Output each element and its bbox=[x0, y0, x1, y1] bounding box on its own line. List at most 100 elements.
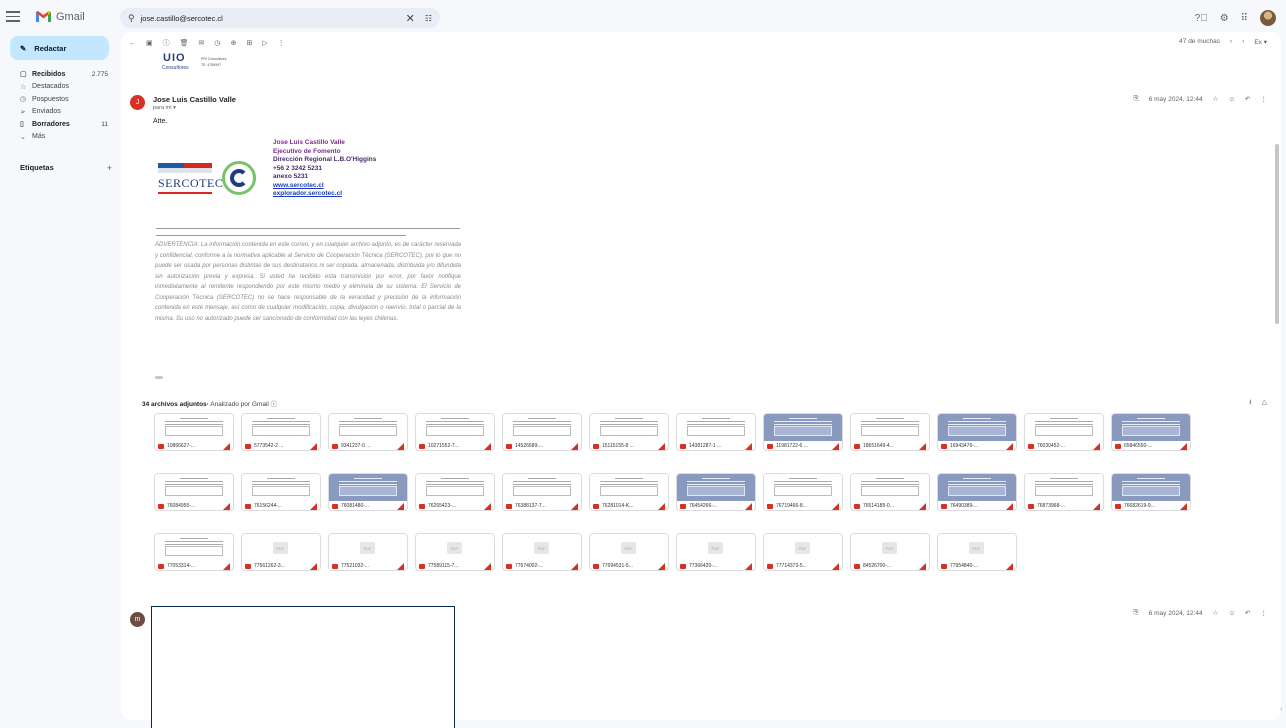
attachment-card[interactable]: 16943476-... bbox=[937, 413, 1017, 451]
attachment-card[interactable]: PDF 77589115-7... bbox=[415, 533, 495, 571]
compose-button[interactable]: ✎ Redactar bbox=[10, 36, 109, 60]
search-bar[interactable]: ⚲ jose.castillo@sercotec.cl ✕ ☷ bbox=[120, 8, 440, 28]
pdf-corner-icon bbox=[745, 443, 752, 450]
attachment-footer: 76873968-... bbox=[1025, 501, 1103, 510]
pdf-corner-icon bbox=[1180, 503, 1187, 510]
attachment-card[interactable]: 76719466-8... bbox=[763, 473, 843, 511]
attachment-card[interactable]: 76454266-... bbox=[676, 473, 756, 511]
attachment-card[interactable]: 5773542-2 ... bbox=[241, 413, 321, 451]
attachment-card[interactable]: 76081480-... bbox=[328, 473, 408, 511]
pdf-icon bbox=[767, 443, 773, 449]
gmail-logo[interactable]: Gmail bbox=[35, 10, 85, 23]
attachment-card[interactable]: PDF 84526700-... bbox=[850, 533, 930, 571]
add-task-icon[interactable]: ⊕ bbox=[231, 39, 237, 47]
attachment-card[interactable]: 65846550-... bbox=[1111, 413, 1191, 451]
back-arrow-icon[interactable]: ← bbox=[129, 40, 136, 47]
search-icon[interactable]: ⚲ bbox=[128, 13, 135, 24]
attachment-footer: 77694531-5... bbox=[590, 561, 668, 570]
sender-avatar[interactable]: J bbox=[130, 95, 145, 110]
add-label-icon[interactable]: + bbox=[107, 163, 112, 173]
report-spam-icon[interactable]: ⓘ bbox=[163, 38, 170, 48]
sidebar-item-1[interactable]: ☆ Destacados bbox=[20, 81, 120, 94]
pdf-corner-icon bbox=[223, 503, 230, 510]
recipient-text: para mí bbox=[153, 105, 172, 111]
attachment-card[interactable]: 14381287-1 ... bbox=[676, 413, 756, 451]
recipient-line[interactable]: para mí ▾ bbox=[153, 105, 176, 111]
emoji-react-icon[interactable]: ☺ bbox=[1228, 610, 1235, 617]
attachment-card[interactable]: PDF 77714373-5... bbox=[763, 533, 843, 571]
next-page-icon[interactable]: › bbox=[1242, 38, 1244, 46]
prev-page-icon[interactable]: ‹ bbox=[1230, 38, 1232, 46]
star-icon[interactable]: ☆ bbox=[1213, 609, 1219, 617]
side-panel-toggle-icon[interactable]: › bbox=[1280, 706, 1282, 713]
move-to-icon[interactable]: ⊞ bbox=[246, 39, 252, 47]
sidebar-item-5[interactable]: ⌄ Más bbox=[20, 131, 120, 144]
attachment-card[interactable]: 15115155-8 ... bbox=[589, 413, 669, 451]
attachment-card[interactable]: PDF 77521032-... bbox=[328, 533, 408, 571]
download-all-icon[interactable]: ⭳ bbox=[1249, 398, 1251, 409]
attachment-name: 76156244-... bbox=[254, 503, 283, 509]
signature-link-web[interactable]: www.sercotec.cl bbox=[273, 182, 376, 191]
attachment-card[interactable]: 14526689-... bbox=[502, 413, 582, 451]
reply-icon[interactable]: ↶ bbox=[1245, 95, 1250, 103]
attachment-card[interactable]: 9341237-0 ... bbox=[328, 413, 408, 451]
snooze-icon[interactable]: ◷ bbox=[214, 39, 220, 47]
attachment-card[interactable]: PDF 77561262-3... bbox=[241, 533, 321, 571]
attachment-card[interactable]: PDF 77694531-5... bbox=[589, 533, 669, 571]
sidebar-item-0[interactable]: ▢ Recibidos 2.775 bbox=[20, 68, 120, 81]
attachment-card[interactable]: 10271552-7... bbox=[415, 413, 495, 451]
star-icon[interactable]: ☆ bbox=[1213, 95, 1219, 103]
attachment-thumbnail bbox=[1025, 414, 1103, 441]
attachment-card[interactable]: 76281014-K... bbox=[589, 473, 669, 511]
signature-phone: +56 2 3242 5231 bbox=[273, 164, 322, 172]
attachment-card[interactable]: 76156244-... bbox=[241, 473, 321, 511]
attachment-card[interactable]: 76514185-0... bbox=[850, 473, 930, 511]
more-icon[interactable]: ⋮ bbox=[1261, 95, 1268, 103]
pdf-icon bbox=[245, 503, 251, 509]
account-avatar[interactable] bbox=[1260, 10, 1276, 26]
info-icon[interactable]: ⓘ bbox=[271, 401, 278, 408]
clear-search-icon[interactable]: ✕ bbox=[406, 12, 415, 25]
attachment-card[interactable]: 11981722-6 ... bbox=[763, 413, 843, 451]
gear-icon[interactable]: ⚙ bbox=[1220, 13, 1229, 24]
delete-icon[interactable]: 🗑︎ bbox=[180, 39, 189, 47]
sidebar-item-4[interactable]: ▯ Borradores 11 bbox=[20, 118, 120, 131]
more-icon[interactable]: ⋮ bbox=[1261, 609, 1268, 617]
archive-icon[interactable]: ▣ bbox=[146, 39, 153, 47]
attachment-card[interactable]: 77053314-... bbox=[154, 533, 234, 571]
input-tools-icon[interactable]: Ex ▾ bbox=[1254, 38, 1267, 46]
emoji-react-icon[interactable]: ☺ bbox=[1228, 96, 1235, 103]
sidebar-item-2[interactable]: ◷ Pospuestos bbox=[20, 93, 120, 106]
signature-link-explorer[interactable]: explorador.sercotec.cl bbox=[273, 190, 376, 199]
reply-icon[interactable]: ↶ bbox=[1245, 609, 1250, 617]
search-input[interactable]: jose.castillo@sercotec.cl bbox=[141, 14, 406, 23]
sender-avatar-2[interactable]: m bbox=[130, 612, 145, 627]
attachment-card[interactable]: PDF 77954840-... bbox=[937, 533, 1017, 571]
sidebar-item-3[interactable]: ➢ Enviados bbox=[20, 106, 120, 119]
attachment-card[interactable]: PDF 77366420-... bbox=[676, 533, 756, 571]
apps-grid-icon[interactable]: ⠿ bbox=[1241, 13, 1248, 24]
attachment-card[interactable]: 76030452-... bbox=[1024, 413, 1104, 451]
main-menu-icon[interactable] bbox=[6, 11, 20, 23]
pdf-icon bbox=[245, 563, 251, 569]
attachment-card[interactable]: 76682619-9... bbox=[1111, 473, 1191, 511]
label-icon[interactable]: ▷ bbox=[262, 39, 267, 47]
show-trimmed-content-button[interactable] bbox=[155, 376, 163, 379]
attachment-card[interactable]: 10866627-... bbox=[154, 413, 234, 451]
attachment-card[interactable]: 76490389-... bbox=[937, 473, 1017, 511]
attachment-card[interactable]: 76388137-7... bbox=[502, 473, 582, 511]
save-to-drive-icon[interactable]: △ bbox=[1262, 398, 1267, 409]
attachment-card[interactable]: 76265423-... bbox=[415, 473, 495, 511]
attachment-card[interactable]: 76873968-... bbox=[1024, 473, 1104, 511]
attachment-card[interactable]: PDF 77674002-... bbox=[502, 533, 582, 571]
search-options-icon[interactable]: ☷ bbox=[425, 14, 432, 23]
signature-name: Jose Luis Castillo Valle bbox=[273, 139, 345, 146]
help-icon[interactable]: ?⃝ bbox=[1195, 13, 1208, 24]
attachment-footer: 76265423-... bbox=[416, 501, 494, 510]
sender-name[interactable]: Jose Luis Castillo Valle bbox=[153, 95, 236, 104]
scrollbar-thumb[interactable] bbox=[1275, 144, 1279, 324]
attachment-card[interactable]: 18651649-4... bbox=[850, 413, 930, 451]
more-options-icon[interactable]: ⋮ bbox=[278, 39, 285, 47]
mark-unread-icon[interactable]: ✉ bbox=[199, 39, 205, 47]
attachment-card[interactable]: 76084955-... bbox=[154, 473, 234, 511]
